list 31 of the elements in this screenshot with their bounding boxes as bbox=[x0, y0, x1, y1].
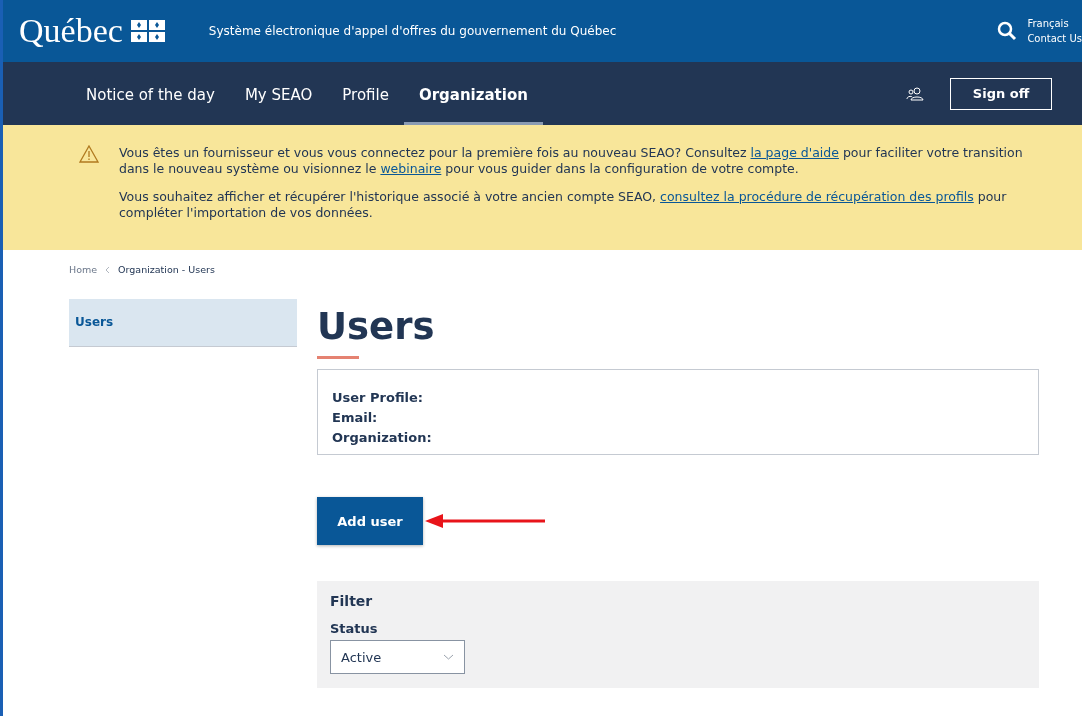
breadcrumb-current: Organization - Users bbox=[118, 264, 215, 275]
warning-icon bbox=[79, 145, 99, 163]
page-title: Users bbox=[317, 305, 436, 348]
sign-off-button[interactable]: Sign off bbox=[950, 77, 1052, 110]
chevron-icon bbox=[105, 265, 111, 274]
breadcrumb-link[interactable]: Home bbox=[69, 264, 98, 275]
alert-link[interactable]: webinaire bbox=[380, 161, 442, 176]
add-user-button[interactable]: Add user bbox=[317, 497, 423, 545]
info-label: Organization: bbox=[332, 429, 433, 447]
filter-title: Filter bbox=[330, 593, 374, 609]
quebec-logo[interactable]: Québec bbox=[19, 12, 123, 50]
arrow-icon bbox=[425, 513, 547, 529]
search-icon[interactable] bbox=[997, 21, 1018, 41]
sidebar-item[interactable]: Users bbox=[69, 299, 297, 347]
flag-icon bbox=[130, 20, 165, 42]
header-link[interactable]: Contact Us bbox=[1027, 33, 1082, 44]
info-label: User Profile: bbox=[332, 389, 425, 407]
header-link[interactable]: Français bbox=[1027, 18, 1082, 29]
chevron-down-icon bbox=[443, 654, 454, 660]
nav-tab[interactable]: My SEAO bbox=[229, 62, 328, 125]
nav-tab[interactable]: Notice of the day bbox=[71, 62, 230, 125]
alert-link[interactable]: consultez la procédure de récupération des profils bbox=[660, 189, 974, 204]
nav-tab[interactable]: Profile bbox=[327, 62, 404, 125]
status-select[interactable]: Active bbox=[330, 640, 465, 674]
alert-link[interactable]: la page d'aide bbox=[750, 145, 839, 160]
info-label: Email: bbox=[332, 409, 379, 427]
alert-text: Vous souhaitez afficher et récupérer l'historique associé à votre ancien compte SEAO, consultez la procédure de récupération des profils pour compléter l'importation de vos données. bbox=[119, 189, 1008, 221]
alert-text: Vous êtes un fournisseur et vous vous connectez pour la première fois au nouveau SEAO? Consultez la page d'aide pour faciliter votre transition dans le nouveau système ou visionnez le webinaire pour vous guider dans la configuration de votre compte. bbox=[119, 145, 1024, 177]
users-icon[interactable] bbox=[906, 86, 924, 101]
status-label: Status bbox=[330, 621, 379, 636]
site-title: Système électronique d'appel d'offres du gouvernement du Québec bbox=[208, 24, 618, 38]
